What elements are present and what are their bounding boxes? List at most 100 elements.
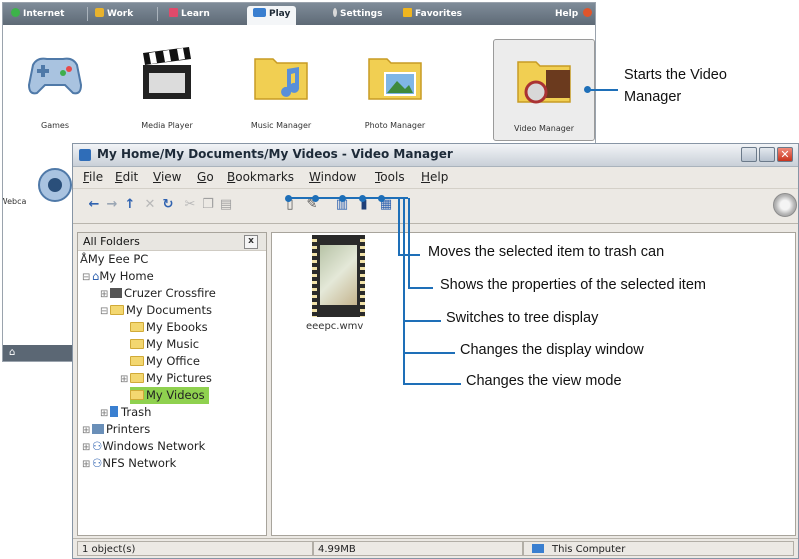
tab-play[interactable]: Play: [247, 6, 297, 25]
app-video-manager[interactable]: Video Manager: [493, 39, 595, 141]
callout-trash: Moves the selected item to trash can: [428, 244, 665, 260]
menu-view[interactable]: View: [153, 170, 181, 184]
minimize-button[interactable]: [741, 147, 757, 162]
video-manager-app-icon: [79, 149, 91, 161]
menu-bar: File Edit View Go Bookmarks Window Tools…: [73, 167, 798, 187]
tab-internet[interactable]: Internet: [11, 6, 64, 22]
menu-help[interactable]: Help: [421, 170, 448, 184]
expand-icon[interactable]: ⊞: [82, 439, 90, 456]
back-arrow-icon[interactable]: ←: [87, 198, 101, 212]
tab-settings[interactable]: Settings: [333, 6, 382, 22]
menu-bookmarks[interactable]: Bookmarks: [227, 170, 294, 184]
tree-item-my-office[interactable]: My Office: [130, 353, 200, 370]
callout-properties: Shows the properties of the selected ite…: [440, 277, 706, 293]
callout-line: [398, 198, 400, 255]
status-size: 4.99MB: [313, 541, 523, 556]
title-bar[interactable]: My Home/My Documents/My Videos - Video M…: [73, 144, 798, 167]
tree-item-printers[interactable]: ⊞ Printers: [82, 421, 150, 438]
tab-favorites[interactable]: Favorites: [403, 6, 462, 22]
status-bar: 1 object(s) 4.99MB This Computer: [73, 538, 798, 559]
folder-icon: [130, 322, 144, 332]
callout-line: [403, 198, 405, 384]
close-panel-button[interactable]: x: [244, 235, 258, 249]
printer-icon: [92, 424, 104, 434]
folder-tree-panel: All Folders x ÅMy Eee PC ⊟ ⌂My Home ⊞ Cruz…: [77, 232, 267, 536]
expand-icon[interactable]: ⊞: [120, 371, 128, 388]
paste-icon[interactable]: ▤: [219, 198, 233, 212]
tree-item-nfs-network[interactable]: ⊞ ⚇NFS Network: [82, 455, 176, 472]
usb-drive-icon: [110, 288, 122, 298]
wrench-icon: [333, 8, 337, 17]
tab-help[interactable]: Help: [555, 6, 595, 22]
folder-icon: [130, 373, 144, 383]
collapse-icon[interactable]: ⊟: [82, 269, 90, 286]
tab-work[interactable]: Work: [95, 6, 133, 22]
callout-display-window: Changes the display window: [460, 342, 644, 358]
file-name-label[interactable]: eeepc.wmv: [306, 321, 363, 332]
trash-icon: [110, 406, 118, 417]
menu-file[interactable]: File: [83, 170, 103, 184]
network-icon: ⚇: [92, 456, 103, 470]
menu-edit[interactable]: Edit: [115, 170, 138, 184]
tree-item-my-videos[interactable]: My Videos: [130, 387, 209, 404]
video-manager-window: My Home/My Documents/My Videos - Video M…: [72, 143, 799, 559]
status-object-count: 1 object(s): [77, 541, 313, 556]
clapperboard-icon: [143, 47, 191, 99]
callout-view-mode: Changes the view mode: [466, 373, 622, 389]
stop-icon[interactable]: ✕: [143, 198, 157, 212]
tab-divider: [157, 7, 158, 21]
app-games[interactable]: Games: [5, 37, 105, 137]
menu-window[interactable]: Window: [309, 170, 356, 184]
callout-line: [403, 383, 461, 385]
launcher-tab-bar: Internet Work Learn Play Settings Favori…: [3, 3, 595, 25]
callout-tree-display: Switches to tree display: [446, 310, 599, 326]
tab-divider: [87, 7, 88, 21]
tree-item-my-music[interactable]: My Music: [130, 336, 199, 353]
callout-line: [403, 320, 441, 322]
tree-item-my-eee-pc[interactable]: ÅMy Eee PC: [80, 251, 148, 268]
tree-item-my-pictures[interactable]: ⊞ My Pictures: [120, 370, 212, 387]
status-location: This Computer: [523, 541, 794, 556]
app-music-manager[interactable]: Music Manager: [231, 37, 331, 137]
forward-arrow-icon[interactable]: →: [105, 198, 119, 212]
video-file-icon[interactable]: [312, 235, 365, 317]
reload-icon[interactable]: ↻: [161, 198, 175, 212]
globe-icon: [11, 8, 20, 17]
tree-item-my-documents[interactable]: ⊟ My Documents: [100, 302, 212, 319]
tree-item-windows-network[interactable]: ⊞ ⚇Windows Network: [82, 438, 205, 455]
folder-panel-header: All Folders x: [78, 233, 266, 251]
help-icon: [583, 8, 593, 17]
book-icon: [169, 8, 178, 17]
expand-icon[interactable]: ⊞: [82, 422, 90, 439]
close-button[interactable]: ✕: [777, 147, 793, 162]
copy-icon[interactable]: ❐: [201, 198, 215, 212]
menu-tools[interactable]: Tools: [375, 170, 405, 184]
home-icon[interactable]: ⌂: [9, 347, 15, 358]
computer-icon: [532, 544, 544, 553]
expand-icon[interactable]: ⊞: [100, 405, 108, 422]
up-arrow-icon[interactable]: ↑: [123, 198, 137, 212]
gamepad-icon: [253, 8, 266, 17]
app-photo-manager[interactable]: Photo Manager: [345, 37, 445, 137]
cut-icon[interactable]: ✂: [183, 198, 197, 212]
tree-item-trash[interactable]: ⊞ Trash: [100, 404, 151, 421]
collapse-icon[interactable]: ⊟: [100, 303, 108, 320]
callout-line: [288, 197, 408, 199]
tab-learn[interactable]: Learn: [169, 6, 210, 22]
callout-line: [590, 89, 618, 91]
photo-folder-icon: [368, 58, 422, 100]
expand-icon[interactable]: ⊞: [100, 286, 108, 303]
tree-item-my-home[interactable]: ⊟ ⌂My Home: [82, 268, 154, 285]
toolbar: ← → ↑ ✕ ↻ ✂ ❐ ▤ ▯ ✎ ▥ ▮ ▦: [73, 188, 798, 224]
callout-line: [403, 352, 455, 354]
maximize-button[interactable]: [759, 147, 775, 162]
tree-item-my-ebooks[interactable]: My Ebooks: [130, 319, 208, 336]
expand-icon[interactable]: ⊞: [82, 456, 90, 473]
video-folder-icon: [517, 61, 571, 104]
menu-go[interactable]: Go: [197, 170, 214, 184]
folder-icon: [110, 305, 124, 315]
app-media-player[interactable]: Media Player: [117, 37, 217, 137]
callout-line: [408, 198, 410, 288]
tree-item-cruzer-crossfire[interactable]: ⊞ Cruzer Crossfire: [100, 285, 216, 302]
briefcase-icon: [95, 8, 104, 17]
